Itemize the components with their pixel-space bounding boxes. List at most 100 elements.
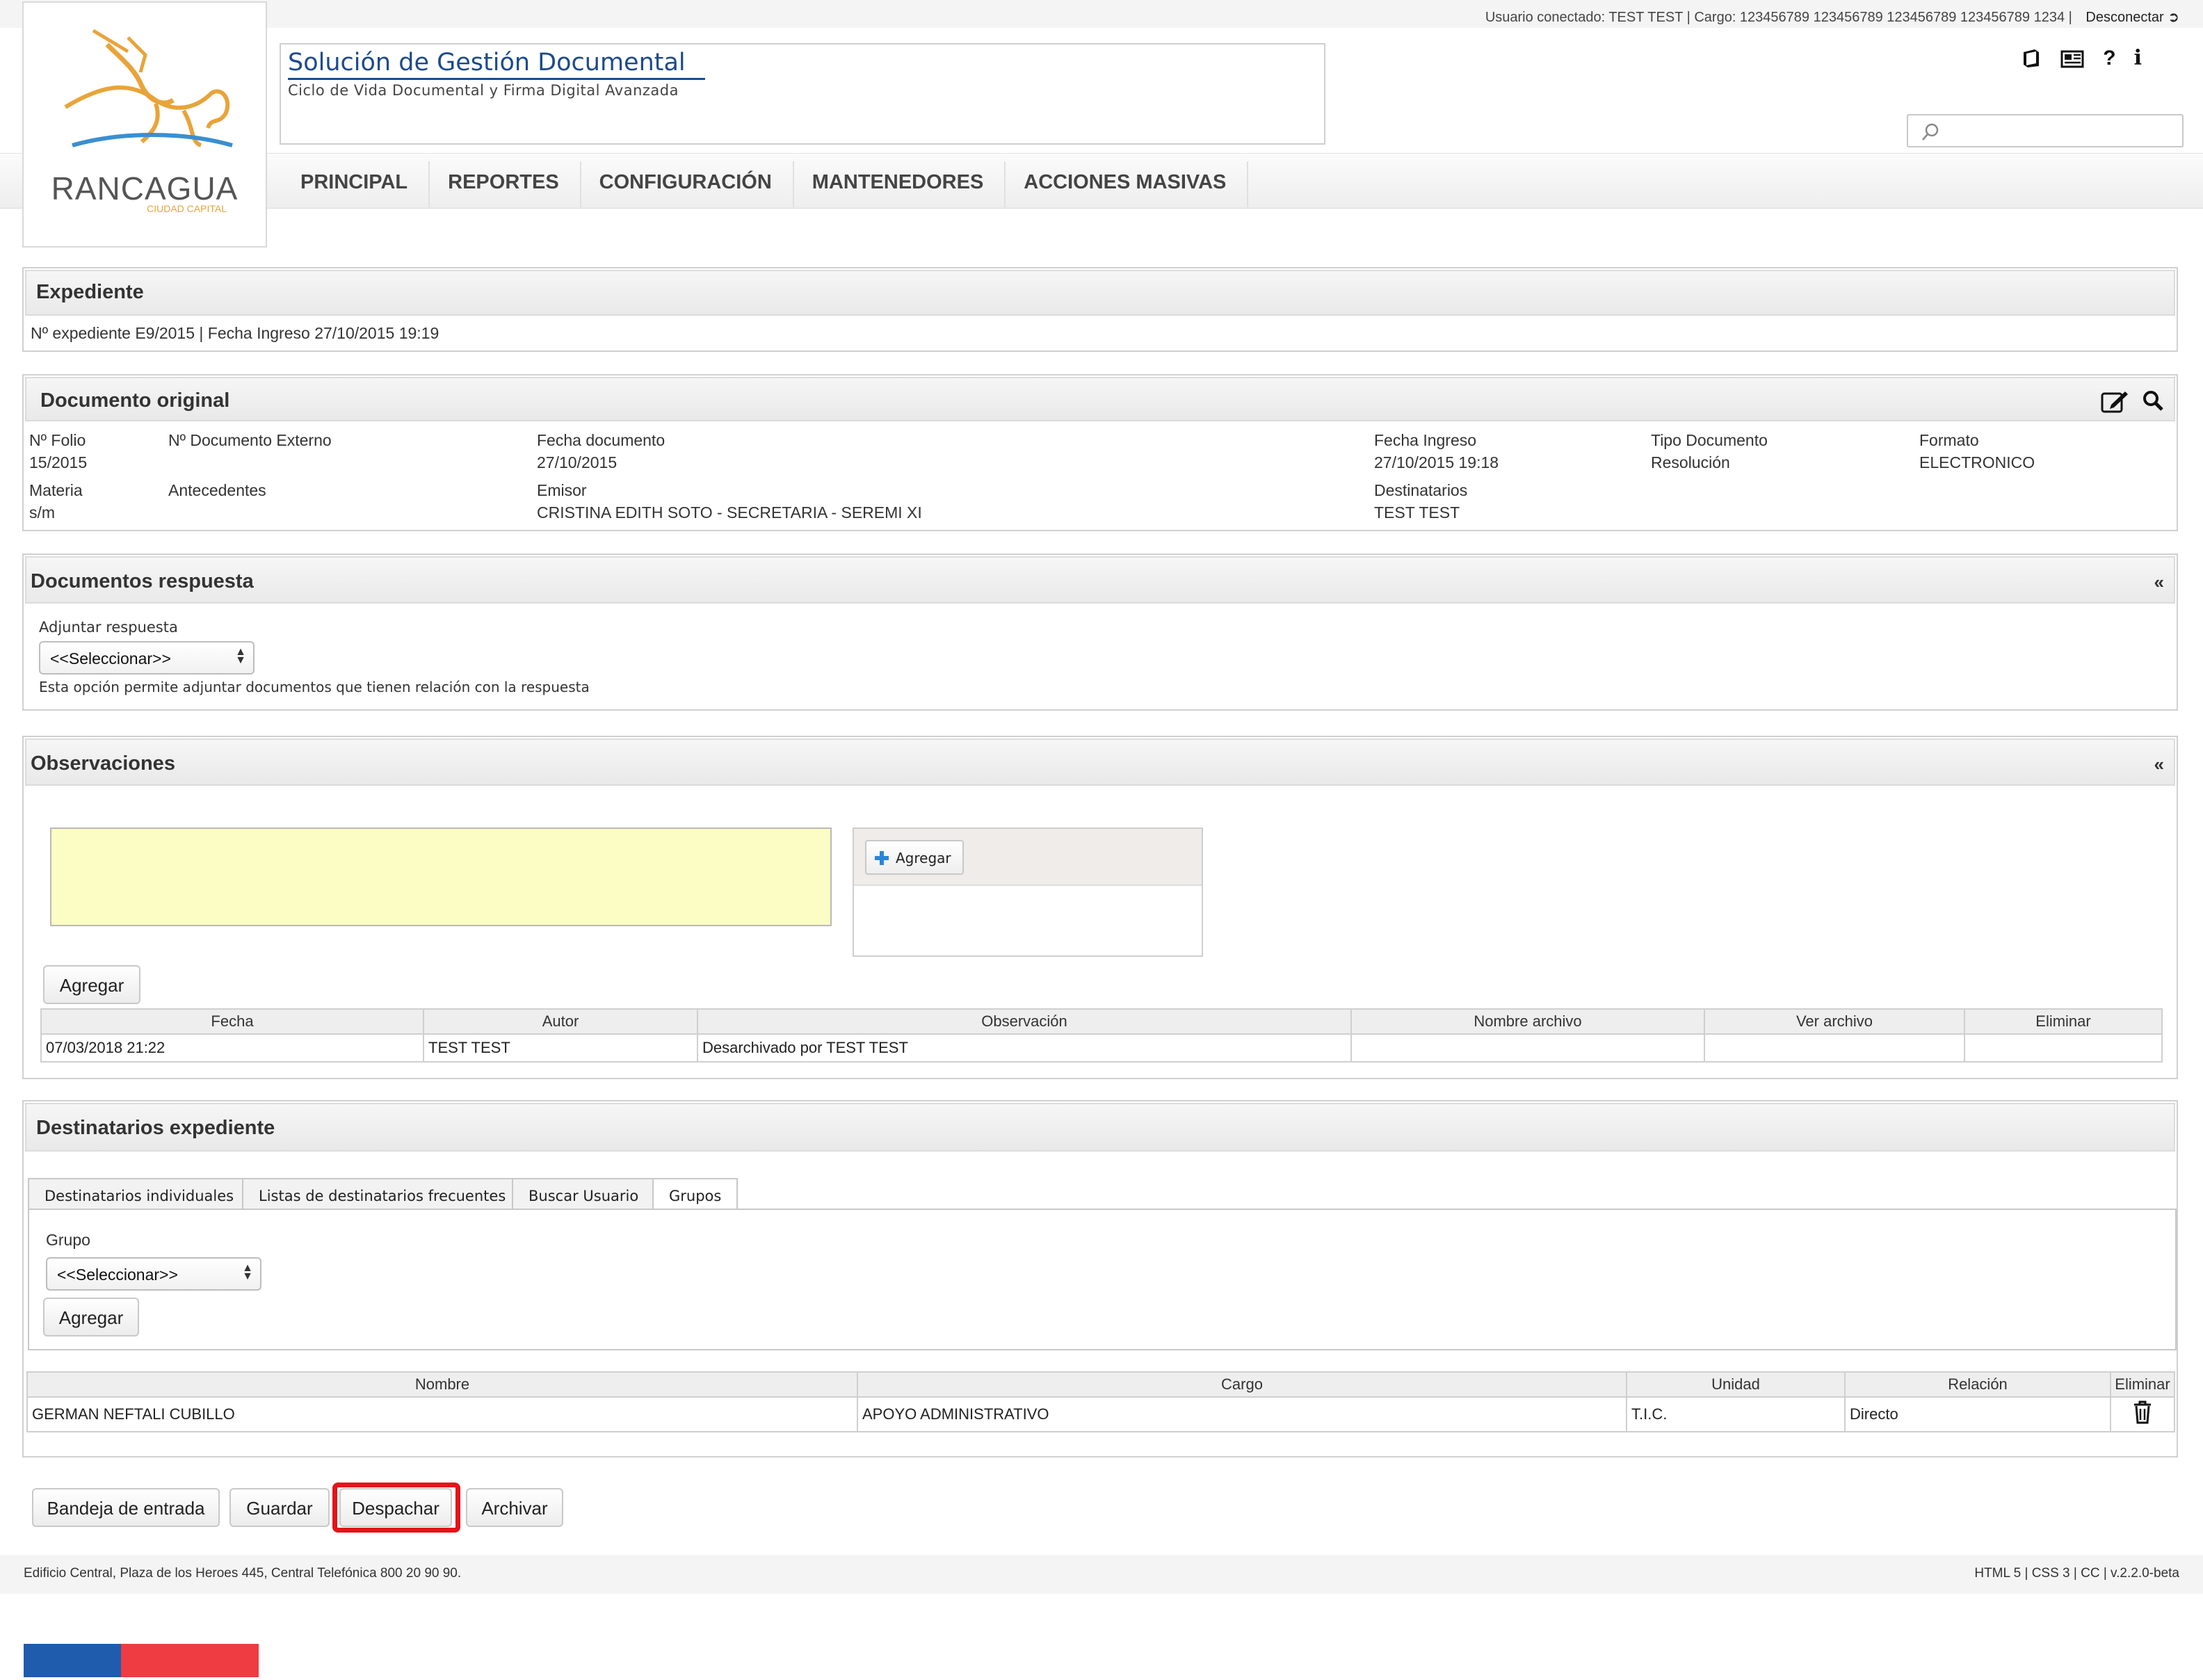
formato-label: Formato xyxy=(1919,431,1979,449)
collapse-respuesta-toggle[interactable]: « xyxy=(2154,572,2164,593)
file-upload-area: Agregar xyxy=(853,827,1203,957)
tab-buscar-usuario[interactable]: Buscar Usuario xyxy=(512,1178,656,1210)
flag-red-band xyxy=(121,1644,259,1677)
logo[interactable]: RANCAGUA CIUDAD CAPITAL xyxy=(22,1,267,248)
cell-ver-archivo xyxy=(1704,1033,1965,1063)
documento-title: Documento original xyxy=(40,389,230,412)
footer-version: HTML 5 | CSS 3 | CC | v.2.2.0-beta xyxy=(1974,1566,2179,1581)
destinatarios-label: Destinatarios xyxy=(1374,481,1468,499)
observaciones-panel: Observaciones « Agregar Agregar Fecha Au… xyxy=(22,736,2178,1079)
select-arrows-icon: ▲ ▼ xyxy=(235,646,246,666)
observacion-textarea[interactable] xyxy=(50,827,832,926)
cell-nombre-archivo xyxy=(1350,1033,1705,1063)
folio-label: Nº Folio xyxy=(29,431,86,449)
expediente-info: Nº expediente E9/2015 | Fecha Ingreso 27… xyxy=(31,324,439,342)
externo-label: Nº Documento Externo xyxy=(168,431,332,449)
column-nombre: Nombre xyxy=(26,1371,858,1398)
plus-icon xyxy=(875,851,889,865)
trash-icon[interactable] xyxy=(2132,1400,2153,1425)
cell-unidad: T.I.C. xyxy=(1626,1396,1846,1432)
destinatarios-value: TEST TEST xyxy=(1374,503,1460,522)
search-document-icon[interactable] xyxy=(2142,389,2164,412)
documento-panel: Documento original Nº Folio 15/2015 Nº D… xyxy=(22,374,2178,531)
destinatarios-table-header: Nombre Cargo Unidad Relación Eliminar xyxy=(26,1371,2175,1398)
cell-nombre: GERMAN NEFTALI CUBILLO xyxy=(26,1396,858,1432)
observaciones-table-header: Fecha Autor Observación Nombre archivo V… xyxy=(40,1008,2163,1035)
tab-grupos[interactable]: Grupos xyxy=(652,1178,739,1211)
help-icon[interactable]: ? xyxy=(2103,47,2115,70)
antecedentes-label: Antecedentes xyxy=(168,481,266,499)
nav-item-principal[interactable]: PRINCIPAL xyxy=(282,161,430,207)
cell-cargo: APOYO ADMINISTRATIVO xyxy=(857,1396,1627,1432)
upload-add-label: Agregar xyxy=(896,850,951,866)
column-eliminar: Eliminar xyxy=(2110,1371,2175,1398)
cell-eliminar xyxy=(1964,1033,2163,1063)
collapse-observaciones-toggle[interactable]: « xyxy=(2154,754,2164,775)
logo-name: RANCAGUA xyxy=(51,170,239,207)
destinatarios-header: Destinatarios expediente xyxy=(25,1103,2175,1152)
adjuntar-select[interactable]: <<Seleccionar>> ▲ ▼ xyxy=(39,641,255,675)
app-title-box: Solución de Gestión Documental Ciclo de … xyxy=(280,43,1325,145)
emisor-label: Emisor xyxy=(537,481,587,499)
tab-listas-frecuentes[interactable]: Listas de destinatarios frecuentes xyxy=(242,1178,523,1210)
edit-icon[interactable] xyxy=(2100,389,2129,414)
respuesta-title: Documentos respuesta xyxy=(31,570,254,592)
column-ver-archivo: Ver archivo xyxy=(1704,1008,1965,1035)
fecha-documento-label: Fecha documento xyxy=(537,431,665,449)
emisor-value: CRISTINA EDITH SOTO - SECRETARIA - SEREM… xyxy=(537,503,922,522)
nav-item-configuracion[interactable]: CONFIGURACIÓN xyxy=(581,161,794,207)
nav-item-acciones-masivas[interactable]: ACCIONES MASIVAS xyxy=(1006,161,1249,207)
cell-observacion: Desarchivado por TEST TEST xyxy=(697,1033,1352,1063)
grupo-select-value: <<Seleccionar>> xyxy=(57,1266,178,1284)
user-line-text: Usuario conectado: TEST TEST | Cargo: 12… xyxy=(1485,10,2072,25)
toolbar-icons: ? i xyxy=(2021,46,2142,70)
add-observacion-button[interactable]: Agregar xyxy=(43,965,140,1004)
column-observacion: Observación xyxy=(697,1008,1352,1035)
cell-relacion: Directo xyxy=(1844,1396,2111,1432)
bandeja-entrada-button[interactable]: Bandeja de entrada xyxy=(32,1488,220,1527)
folio-value: 15/2015 xyxy=(29,453,88,471)
add-grupo-button[interactable]: Agregar xyxy=(43,1298,139,1336)
adjuntar-select-value: <<Seleccionar>> xyxy=(50,649,171,668)
cell-fecha: 07/03/2018 21:22 xyxy=(40,1033,424,1063)
fecha-documento-value: 27/10/2015 xyxy=(537,453,618,471)
horse-rider-logo-icon xyxy=(64,29,233,147)
footer-address: Edificio Central, Plaza de los Heroes 44… xyxy=(24,1566,462,1581)
nav-item-mantenedores[interactable]: MANTENEDORES xyxy=(794,161,1006,207)
destinatarios-title: Destinatarios expediente xyxy=(36,1117,275,1139)
search-input[interactable] xyxy=(1907,114,2184,147)
destinatarios-table: Nombre Cargo Unidad Relación Eliminar GE… xyxy=(26,1371,2175,1432)
observaciones-title: Observaciones xyxy=(31,752,175,775)
despachar-highlight xyxy=(332,1483,460,1533)
select-arrows-icon: ▲ ▼ xyxy=(242,1262,253,1282)
upload-add-button[interactable]: Agregar xyxy=(865,840,964,875)
main-nav: PRINCIPAL REPORTES CONFIGURACIÓN MANTENE… xyxy=(282,161,1249,207)
archivar-button[interactable]: Archivar xyxy=(466,1488,563,1527)
grupos-tab-content: Grupo <<Seleccionar>> ▲ ▼ Agregar xyxy=(28,1209,2177,1350)
observaciones-table: Fecha Autor Observación Nombre archivo V… xyxy=(40,1008,2163,1063)
nav-item-reportes[interactable]: REPORTES xyxy=(430,161,581,207)
fecha-ingreso-value: 27/10/2015 19:18 xyxy=(1374,453,1499,471)
search-icon xyxy=(1922,123,1939,140)
fecha-ingreso-label: Fecha Ingreso xyxy=(1374,431,1477,449)
expediente-header: Expediente xyxy=(25,270,2175,316)
respuesta-panel: Documentos respuesta « Adjuntar respuest… xyxy=(22,554,2178,711)
observaciones-header: Observaciones « xyxy=(25,738,2175,786)
column-relacion: Relación xyxy=(1844,1371,2111,1398)
cell-autor: TEST TEST xyxy=(423,1033,698,1063)
save-button[interactable]: Guardar xyxy=(229,1488,330,1527)
tipo-documento-label: Tipo Documento xyxy=(1651,431,1768,449)
table-row: GERMAN NEFTALI CUBILLO APOYO ADMINISTRAT… xyxy=(26,1396,2175,1432)
tab-destinatarios-individuales[interactable]: Destinatarios individuales xyxy=(28,1178,251,1210)
user-info: Usuario conectado: TEST TEST | Cargo: 12… xyxy=(1485,8,2179,26)
book-icon[interactable] xyxy=(2021,48,2042,69)
grupo-select[interactable]: <<Seleccionar>> ▲ ▼ xyxy=(46,1257,261,1291)
logout-link[interactable]: Desconectar ➲ xyxy=(2085,10,2179,25)
respuesta-header: Documentos respuesta « xyxy=(25,556,2175,604)
column-autor: Autor xyxy=(423,1008,698,1035)
newspaper-icon[interactable] xyxy=(2060,48,2085,69)
info-icon[interactable]: i xyxy=(2134,46,2142,70)
documento-header: Documento original xyxy=(25,377,2175,421)
logout-icon: ➲ xyxy=(2168,10,2179,25)
adjuntar-help: Esta opción permite adjuntar documentos … xyxy=(39,679,590,695)
